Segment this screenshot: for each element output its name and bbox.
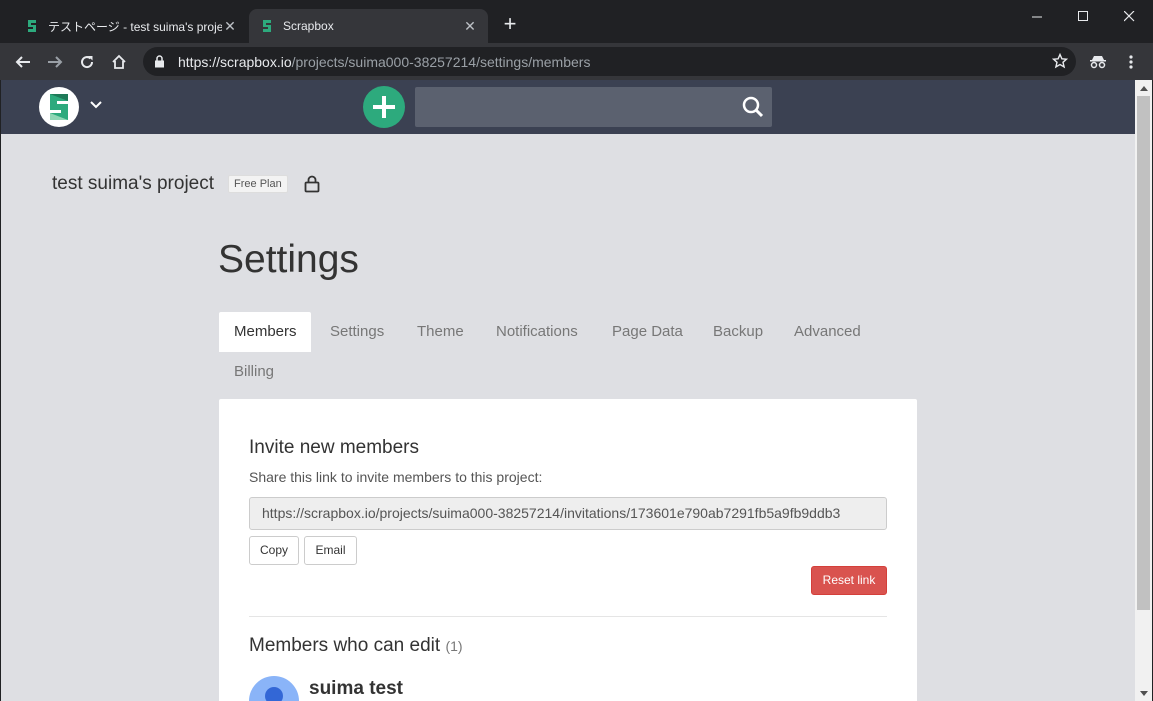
scrapbox-logo-icon[interactable] bbox=[39, 87, 79, 127]
project-header: test suima's project Free Plan bbox=[52, 172, 320, 196]
scrollbar-thumb[interactable] bbox=[1137, 96, 1150, 610]
new-tab-button[interactable]: + bbox=[498, 13, 522, 37]
tab-settings[interactable]: Settings bbox=[315, 312, 399, 352]
tab-title: Scrapbox bbox=[283, 19, 334, 33]
invite-heading: Invite new members bbox=[249, 437, 420, 458]
tab-billing[interactable]: Billing bbox=[219, 352, 289, 392]
back-arrow-icon[interactable] bbox=[10, 49, 36, 75]
invite-link-field[interactable]: https://scrapbox.io/projects/suima000-38… bbox=[249, 497, 887, 530]
member-name[interactable]: suima test bbox=[309, 678, 403, 700]
lock-icon bbox=[154, 55, 168, 68]
tab-page-data[interactable]: Page Data bbox=[597, 312, 698, 352]
browser-menu-icon[interactable] bbox=[1118, 49, 1144, 75]
new-page-plus-button[interactable] bbox=[363, 86, 405, 128]
close-tab-icon[interactable]: ✕ bbox=[222, 18, 238, 35]
search-input[interactable] bbox=[415, 87, 772, 127]
members-heading-text: Members who can edit bbox=[249, 635, 441, 656]
email-button[interactable]: Email bbox=[304, 536, 357, 565]
browser-toolbar: https://scrapbox.io/projects/suima000-38… bbox=[0, 43, 1153, 80]
url-host: scrapbox.io bbox=[220, 53, 292, 70]
tab-notifications[interactable]: Notifications bbox=[481, 312, 593, 352]
browser-tab-testpage[interactable]: テストページ - test suima's project ✕ bbox=[14, 9, 248, 43]
scroll-down-arrow-icon[interactable] bbox=[1135, 685, 1152, 701]
page-viewport: test suima's project Free Plan Settings … bbox=[1, 80, 1135, 701]
url-path: /projects/suima000-38257214/settings/mem… bbox=[291, 53, 591, 70]
address-bar[interactable]: https://scrapbox.io/projects/suima000-38… bbox=[143, 47, 1076, 76]
browser-tabstrip: テストページ - test suima's project ✕ Scrapbox… bbox=[0, 0, 1153, 43]
reset-link-button[interactable]: Reset link bbox=[811, 566, 887, 595]
maximize-icon[interactable] bbox=[1060, 0, 1106, 32]
forward-arrow-icon[interactable] bbox=[42, 49, 68, 75]
avatar[interactable] bbox=[249, 676, 299, 701]
plus-icon bbox=[373, 96, 395, 118]
members-heading: Members who can edit (1) bbox=[249, 635, 463, 657]
search-icon[interactable] bbox=[742, 96, 764, 123]
page-scrollbar[interactable] bbox=[1135, 80, 1152, 701]
page-title: Settings bbox=[218, 238, 359, 281]
scrapbox-favicon-icon bbox=[28, 20, 36, 32]
divider bbox=[249, 616, 887, 617]
tab-backup[interactable]: Backup bbox=[698, 312, 778, 352]
incognito-extension-icon[interactable] bbox=[1085, 49, 1111, 75]
avatar-user-icon bbox=[265, 687, 283, 701]
home-icon[interactable] bbox=[106, 49, 132, 75]
scroll-up-arrow-icon[interactable] bbox=[1135, 80, 1152, 96]
private-lock-icon bbox=[304, 175, 320, 193]
url-scheme: https:// bbox=[178, 53, 221, 70]
tab-theme[interactable]: Theme bbox=[402, 312, 479, 352]
plan-badge: Free Plan bbox=[228, 175, 288, 193]
members-count: (1) bbox=[445, 638, 463, 654]
browser-tab-scrapbox[interactable]: Scrapbox ✕ bbox=[249, 9, 488, 43]
bookmark-star-icon[interactable] bbox=[1051, 52, 1069, 72]
project-name[interactable]: test suima's project bbox=[52, 173, 214, 195]
copy-button[interactable]: Copy bbox=[249, 536, 299, 565]
members-panel: Invite new members Share this link to in… bbox=[219, 399, 917, 701]
reload-icon[interactable] bbox=[74, 49, 100, 75]
invite-help-text: Share this link to invite members to thi… bbox=[249, 469, 543, 485]
tab-title: テストページ - test suima's project bbox=[48, 19, 222, 34]
project-menu-chevron-down-icon[interactable] bbox=[89, 98, 103, 112]
close-tab-icon[interactable]: ✕ bbox=[462, 18, 478, 35]
scrapbox-favicon-icon bbox=[263, 20, 271, 32]
minimize-icon[interactable] bbox=[1014, 0, 1060, 32]
tab-members[interactable]: Members bbox=[219, 312, 311, 352]
tab-advanced[interactable]: Advanced bbox=[779, 312, 876, 352]
close-window-icon[interactable] bbox=[1106, 0, 1152, 32]
scrapbox-navbar bbox=[1, 80, 1135, 134]
